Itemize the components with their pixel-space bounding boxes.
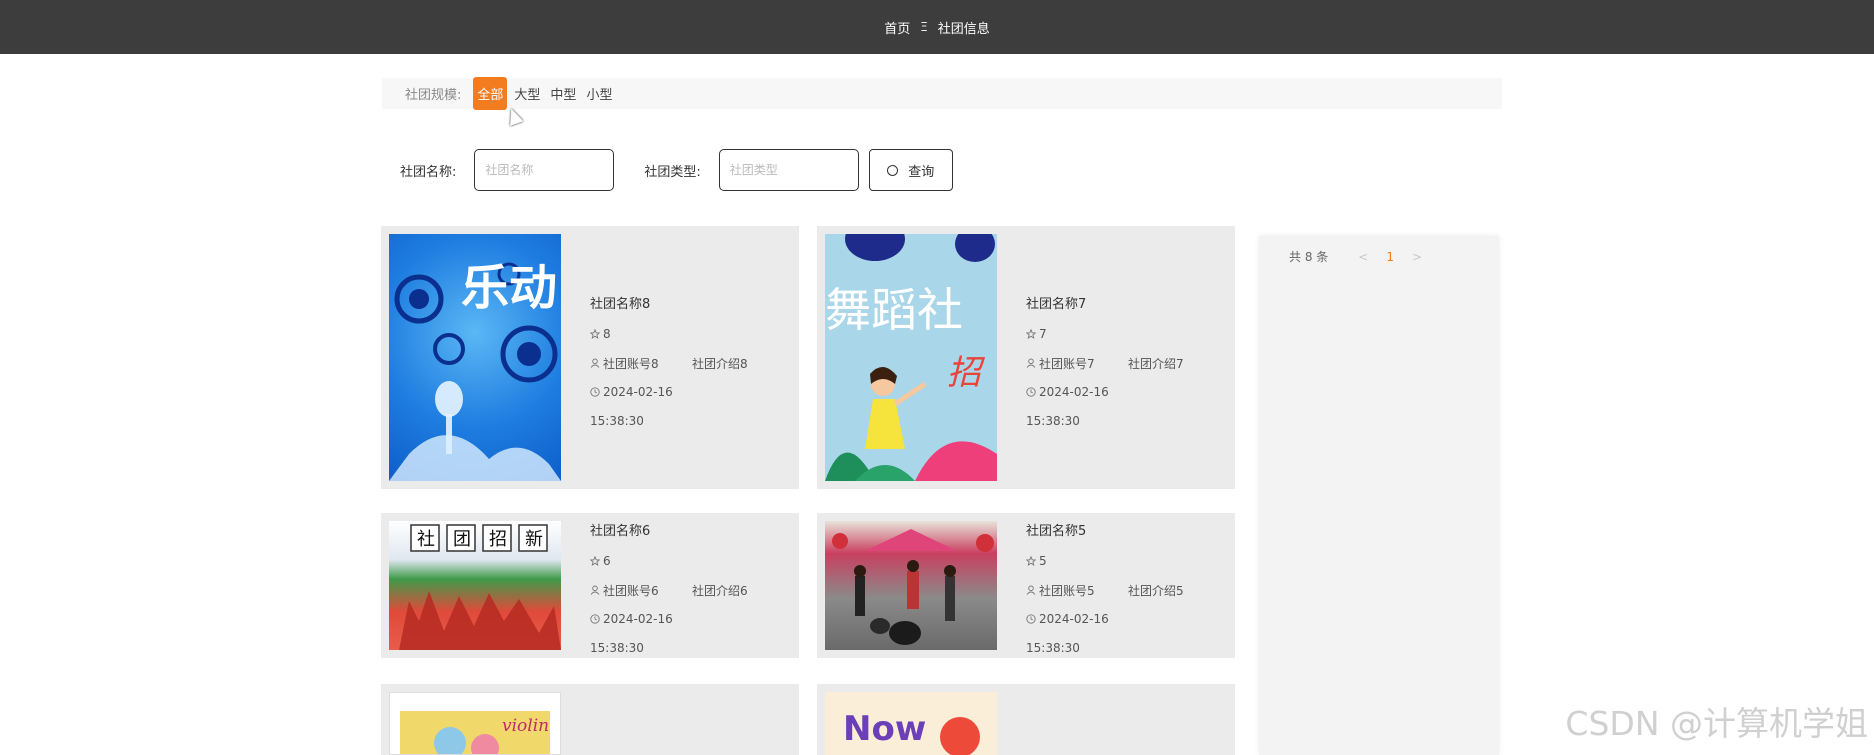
now-poster-graphic: Now xyxy=(843,709,980,755)
club-image-dance[interactable]: 舞蹈社 招 xyxy=(825,234,997,481)
club-info: 社团名称6 6 社团账号6 社团介绍6 2024-02-16 15:38:30 xyxy=(590,520,748,670)
club-info: 社团名称7 7 社团账号7 社团介绍7 2024-02-16 15:38:30 xyxy=(1026,293,1184,443)
breadcrumb-separator: Ξ xyxy=(920,20,928,34)
club-stars: 7 xyxy=(1039,327,1047,341)
user-icon xyxy=(1026,585,1036,595)
club-time: 15:38:30 xyxy=(1026,414,1080,428)
pagination-panel: 共 8 条 < 1 > xyxy=(1259,236,1499,755)
band-photo-graphic xyxy=(832,529,994,645)
query-button[interactable]: 查询 xyxy=(868,149,953,191)
club-intro: 社团介绍7 xyxy=(1128,356,1184,371)
club-date: 2024-02-16 xyxy=(603,612,673,626)
club-name[interactable]: 社团名称5 xyxy=(1026,520,1184,539)
filter-option-small[interactable]: 小型 xyxy=(583,79,615,108)
user-icon xyxy=(590,358,600,368)
club-stars: 8 xyxy=(603,327,611,341)
mouse-cursor-icon xyxy=(504,106,524,126)
club-date: 2024-02-16 xyxy=(1039,385,1109,399)
pagination: 共 8 条 < 1 > xyxy=(1289,248,1440,265)
dance-poster-title: 舞蹈社 xyxy=(825,283,963,337)
club-info: 社团名称8 8 社团账号8 社团介绍8 2024-02-16 15:38:30 xyxy=(590,293,748,443)
music-poster-title: 乐动 xyxy=(461,260,557,316)
club-account: 社团账号7 xyxy=(1039,356,1095,371)
star-icon xyxy=(1026,329,1036,339)
club-image-recruit[interactable]: 社 团 招 新 xyxy=(389,521,561,650)
club-stars: 5 xyxy=(1039,554,1047,568)
violin-poster-graphic: violin xyxy=(400,711,550,754)
search-form: 社团名称: 社团类型: 查询 xyxy=(400,149,953,191)
now-poster-title: Now xyxy=(843,709,926,749)
dance-poster-subtitle: 招 xyxy=(947,353,986,393)
club-image-violin[interactable]: violin xyxy=(389,692,561,755)
club-account: 社团账号8 xyxy=(603,356,659,371)
club-info: 社团名称5 5 社团账号5 社团介绍5 2024-02-16 15:38:30 xyxy=(1026,520,1184,670)
recruit-poster-graphic: 社 团 招 新 xyxy=(399,524,561,650)
club-account: 社团账号6 xyxy=(603,583,659,598)
music-poster-graphic: 乐动 xyxy=(389,260,561,481)
breadcrumb-home[interactable]: 首页 xyxy=(884,18,910,37)
recruit-char-1: 社 xyxy=(417,529,435,550)
user-icon xyxy=(590,585,600,595)
club-name-input[interactable] xyxy=(474,149,615,191)
club-date: 2024-02-16 xyxy=(1039,612,1109,626)
club-name[interactable]: 社团名称6 xyxy=(590,520,748,539)
club-card[interactable]: 舞蹈社 招 社团名称7 7 社团账号7 社团介绍7 2024-02-16 15:3… xyxy=(817,226,1235,489)
club-time: 15:38:30 xyxy=(590,414,644,428)
filter-option-medium[interactable]: 中型 xyxy=(547,79,579,108)
recruit-char-4: 新 xyxy=(525,529,543,550)
clock-icon xyxy=(1026,387,1036,397)
query-button-label: 查询 xyxy=(908,164,935,180)
clock-icon xyxy=(1026,614,1036,624)
scale-filter-bar: 社团规模: 全部 大型 中型 小型 xyxy=(382,77,1502,110)
scale-filter-label: 社团规模: xyxy=(405,88,462,103)
recruit-char-3: 招 xyxy=(489,529,507,550)
clock-icon xyxy=(590,387,600,397)
prev-page-button[interactable]: < xyxy=(1358,250,1368,264)
club-image-music[interactable]: 乐动 xyxy=(389,234,561,481)
club-name[interactable]: 社团名称7 xyxy=(1026,293,1184,312)
violin-poster-title: violin xyxy=(502,716,549,736)
club-time: 15:38:30 xyxy=(1026,641,1080,655)
club-card[interactable]: 乐动 社团名称8 8 社团账号8 社团介绍8 2024-02-16 15:38:3… xyxy=(381,226,799,489)
star-icon xyxy=(1026,556,1036,566)
club-intro: 社团介绍5 xyxy=(1128,583,1184,598)
star-icon xyxy=(590,329,600,339)
club-intro: 社团介绍6 xyxy=(692,583,748,598)
club-card[interactable]: Now xyxy=(817,684,1235,755)
top-nav-bar: 首页 Ξ 社团信息 xyxy=(0,0,1874,54)
next-page-button[interactable]: > xyxy=(1412,250,1422,264)
star-icon xyxy=(590,556,600,566)
user-icon xyxy=(1026,358,1036,368)
club-account: 社团账号5 xyxy=(1039,583,1095,598)
club-intro: 社团介绍8 xyxy=(692,356,748,371)
clock-icon xyxy=(590,614,600,624)
breadcrumb-current: 社团信息 xyxy=(937,21,990,37)
filter-option-large[interactable]: 大型 xyxy=(511,79,543,108)
club-stars: 6 xyxy=(603,554,611,568)
club-date: 2024-02-16 xyxy=(603,385,673,399)
dance-poster-graphic: 舞蹈社 招 xyxy=(825,234,997,481)
club-card[interactable]: 社团名称5 5 社团账号5 社团介绍5 2024-02-16 15:38:30 xyxy=(817,513,1235,658)
club-time: 15:38:30 xyxy=(590,641,644,655)
filter-option-all[interactable]: 全部 xyxy=(473,77,508,110)
club-card[interactable]: 社 团 招 新 社团名称6 6 社团账号6 社团介绍6 2024-02-16 15… xyxy=(381,513,799,658)
club-type-label: 社团类型: xyxy=(644,164,701,180)
club-image-now[interactable]: Now xyxy=(825,692,997,755)
club-name-label: 社团名称: xyxy=(400,164,457,180)
page-number-1[interactable]: 1 xyxy=(1386,250,1394,264)
watermark: CSDN @计算机学姐 xyxy=(1565,704,1868,743)
pagination-total: 共 8 条 xyxy=(1289,250,1329,264)
club-type-input[interactable] xyxy=(718,149,859,191)
club-name[interactable]: 社团名称8 xyxy=(590,293,748,312)
club-image-band[interactable] xyxy=(825,521,997,650)
club-card[interactable]: violin xyxy=(381,684,799,755)
recruit-char-2: 团 xyxy=(453,529,471,550)
search-icon xyxy=(887,164,899,176)
